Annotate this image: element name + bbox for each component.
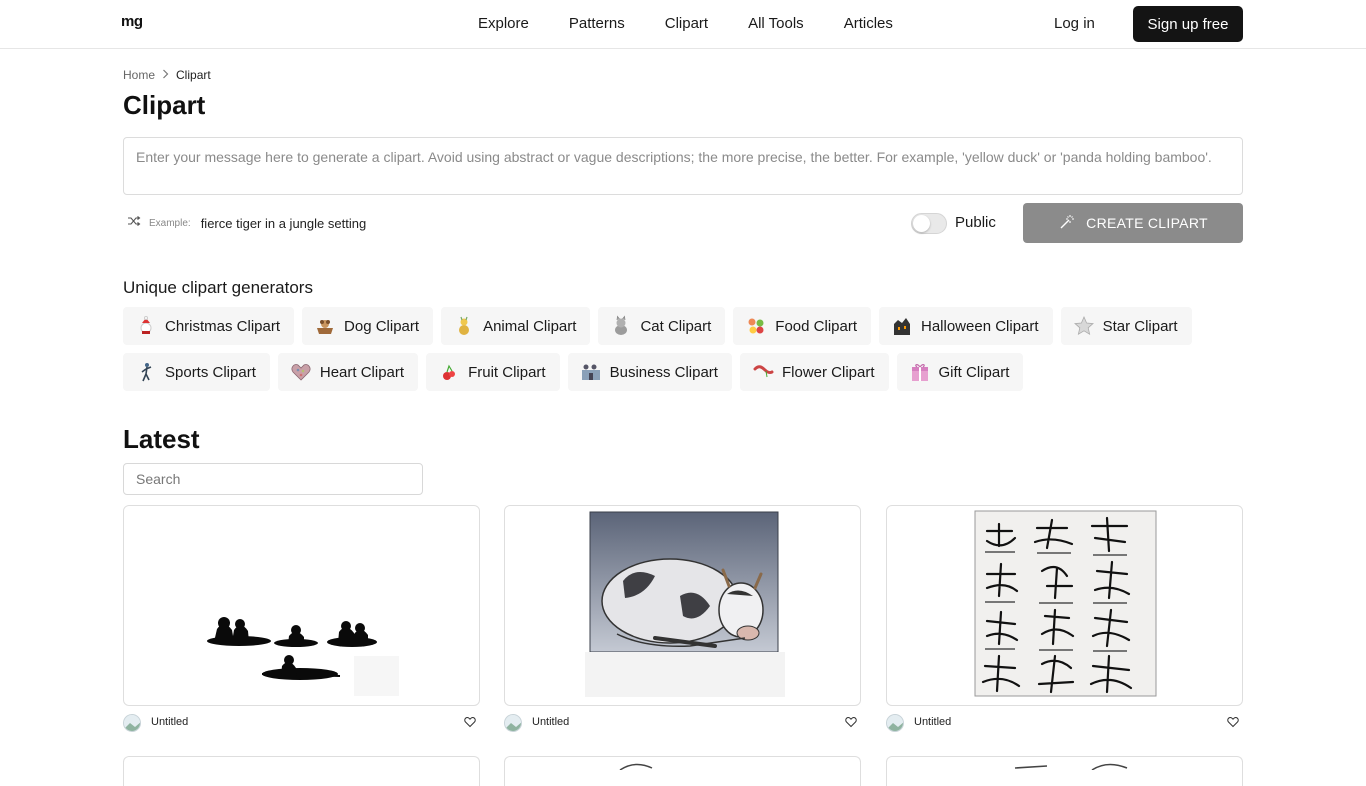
page-title: Clipart <box>123 90 206 120</box>
avatar[interactable] <box>886 714 904 732</box>
heart-icon <box>291 364 311 381</box>
chip-sports[interactable]: Sports Clipart <box>123 353 270 391</box>
example-text[interactable]: fierce tiger in a jungle setting <box>201 216 366 231</box>
example-label: Example: <box>149 218 191 229</box>
card-title[interactable]: Untitled <box>914 716 951 728</box>
nav-articles[interactable]: Articles <box>844 15 893 32</box>
chip-label: Animal Clipart <box>483 317 577 335</box>
logo[interactable]: mg <box>121 13 143 30</box>
example-row: Example: fierce tiger in a jungle settin… <box>127 214 366 233</box>
latest-title: Latest <box>123 424 200 454</box>
chip-flower[interactable]: Flower Clipart <box>739 353 889 391</box>
generators-title: Unique clipart generators <box>123 278 313 297</box>
clipart-card-partial[interactable] <box>123 756 480 786</box>
chip-label: Halloween Clipart <box>921 317 1039 335</box>
generator-chips: Christmas Clipart Dog Clipart Animal Cli… <box>123 307 1243 399</box>
breadcrumb-current: Clipart <box>176 68 211 82</box>
chip-business[interactable]: Business Clipart <box>567 353 732 391</box>
like-heart-icon[interactable] <box>1227 716 1239 728</box>
business-icon <box>581 364 600 380</box>
breadcrumb: Home Clipart <box>123 68 211 82</box>
halloween-icon <box>894 318 910 335</box>
chevron-right-icon <box>162 69 169 82</box>
public-toggle[interactable] <box>911 213 947 234</box>
chip-label: Food Clipart <box>775 317 857 335</box>
flower-icon <box>753 365 774 378</box>
calligraphy-sheet-image[interactable] <box>886 505 1243 706</box>
card-title[interactable]: Untitled <box>151 716 188 728</box>
search-input[interactable] <box>123 463 423 495</box>
chip-label: Gift Clipart <box>938 363 1010 381</box>
chip-label: Heart Clipart <box>319 363 405 381</box>
chip-halloween[interactable]: Halloween Clipart <box>879 307 1053 345</box>
create-clipart-button[interactable]: CREATE CLIPART <box>1023 203 1243 243</box>
chip-dog[interactable]: Dog Clipart <box>302 307 434 345</box>
card-meta: Untitled <box>504 706 861 736</box>
clipart-card[interactable]: Untitled <box>504 505 861 736</box>
sports-icon <box>141 363 152 382</box>
clipart-card[interactable]: Untitled <box>886 505 1243 736</box>
chip-row: Sports Clipart Heart Clipart Fruit Clipa… <box>123 353 1243 391</box>
chip-fruit[interactable]: Fruit Clipart <box>426 353 560 391</box>
toggle-knob <box>913 215 930 232</box>
clipart-card-partial[interactable] <box>886 756 1243 786</box>
card-meta: Untitled <box>123 706 480 736</box>
chip-label: Sports Clipart <box>165 363 256 381</box>
like-heart-icon[interactable] <box>464 716 476 728</box>
nav-patterns[interactable]: Patterns <box>569 15 625 32</box>
chip-label: Christmas Clipart <box>165 317 281 335</box>
nav-all-tools[interactable]: All Tools <box>748 15 804 32</box>
clipart-card[interactable]: Untitled <box>123 505 480 736</box>
fruit-icon <box>443 364 456 380</box>
chip-label: Star Clipart <box>1102 317 1178 335</box>
breadcrumb-home[interactable]: Home <box>123 68 155 82</box>
chip-label: Business Clipart <box>609 363 718 381</box>
lying-cow-image[interactable] <box>504 505 861 706</box>
food-icon <box>748 318 764 334</box>
gift-icon <box>911 364 928 381</box>
main-nav: Explore Patterns Clipart All Tools Artic… <box>478 15 933 32</box>
chip-christmas[interactable]: Christmas Clipart <box>123 307 295 345</box>
chip-cat[interactable]: Cat Clipart <box>598 307 726 345</box>
cat-icon <box>615 315 628 335</box>
chip-label: Flower Clipart <box>781 363 875 381</box>
chip-animal[interactable]: Animal Clipart <box>441 307 591 345</box>
dog-icon <box>317 320 334 334</box>
clipart-card-partial[interactable] <box>504 756 861 786</box>
login-link[interactable]: Log in <box>1054 15 1095 32</box>
avatar[interactable] <box>123 714 141 732</box>
star-icon <box>1073 315 1094 336</box>
animal-icon <box>459 316 470 335</box>
chip-label: Fruit Clipart <box>468 363 546 381</box>
chip-food[interactable]: Food Clipart <box>733 307 871 345</box>
chip-label: Dog Clipart <box>344 317 420 335</box>
magic-wand-icon <box>1058 213 1076 234</box>
chip-star[interactable]: Star Clipart <box>1060 307 1192 345</box>
create-clipart-label: CREATE CLIPART <box>1086 215 1208 231</box>
silhouettes-in-boats-image[interactable] <box>123 505 480 706</box>
avatar[interactable] <box>504 714 522 732</box>
card-meta: Untitled <box>886 706 1243 736</box>
public-label: Public <box>955 214 996 231</box>
like-heart-icon[interactable] <box>845 716 857 728</box>
top-header: mg Explore Patterns Clipart All Tools Ar… <box>0 0 1366 49</box>
chip-label: Cat Clipart <box>640 317 712 335</box>
nav-clipart[interactable]: Clipart <box>665 15 708 32</box>
signup-button[interactable]: Sign up free <box>1133 6 1243 42</box>
chip-heart[interactable]: Heart Clipart <box>277 353 419 391</box>
shuffle-icon[interactable] <box>127 214 141 233</box>
card-title[interactable]: Untitled <box>532 716 569 728</box>
prompt-input[interactable] <box>123 137 1243 195</box>
christmas-icon <box>140 316 152 334</box>
nav-explore[interactable]: Explore <box>478 15 529 32</box>
chip-gift[interactable]: Gift Clipart <box>896 353 1024 391</box>
chip-row: Christmas Clipart Dog Clipart Animal Cli… <box>123 307 1243 345</box>
